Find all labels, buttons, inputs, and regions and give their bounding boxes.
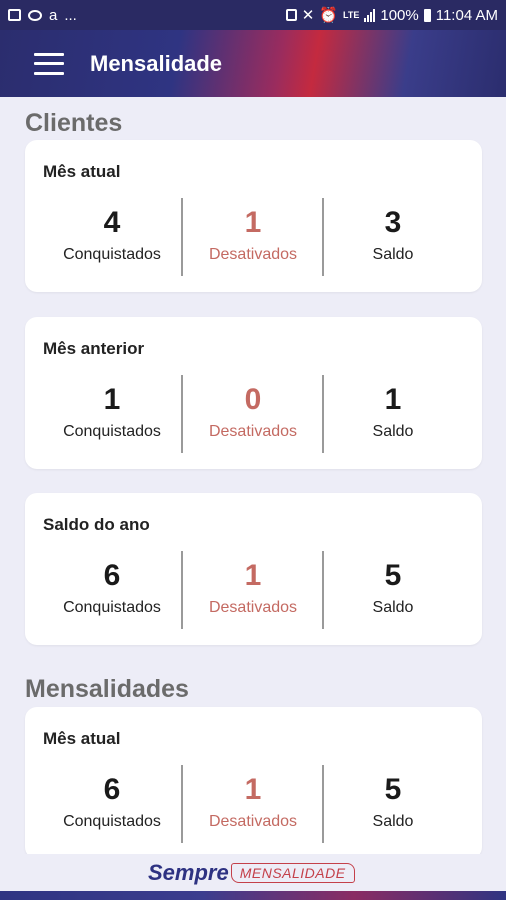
stat-value: 4 — [103, 206, 121, 239]
status-bar-system: ✕ ⏰ LTE 100% 11:04 AM — [285, 6, 498, 24]
lock-icon — [285, 9, 297, 21]
stat-value: 1 — [244, 559, 262, 592]
battery-percent: 100% — [380, 6, 419, 24]
stat-desativados: 1 Desativados — [183, 559, 323, 617]
summary-card: Mês atual 6 Conquistados 1 Desativados 5… — [25, 707, 482, 859]
clock: 11:04 AM — [435, 6, 498, 24]
stat-conquistados: 6 Conquistados — [42, 559, 182, 617]
battery-icon — [423, 8, 431, 22]
image-icon — [8, 9, 21, 21]
stat-saldo: 5 Saldo — [323, 773, 463, 831]
mute-icon: ✕ — [301, 7, 315, 24]
stat-conquistados: 1 Conquistados — [42, 383, 182, 441]
stat-saldo: 1 Saldo — [323, 383, 463, 441]
app-bar: Mensalidade — [0, 30, 506, 97]
logo-mensalidade: MENSALIDADE — [230, 863, 355, 883]
stat-value: 0 — [244, 383, 262, 416]
stat-label: Saldo — [372, 246, 414, 263]
status-bar: a ... ✕ ⏰ LTE 100% 11:04 AM — [0, 0, 506, 30]
stat-label: Saldo — [372, 599, 414, 616]
brand-logo: Sempre MENSALIDADE — [148, 860, 355, 886]
signal-icon — [364, 8, 376, 22]
stat-value: 1 — [384, 383, 402, 416]
stat-label: Conquistados — [63, 599, 161, 616]
page-title: Mensalidade — [90, 50, 223, 76]
section-title-mensalidades: Mensalidades — [25, 675, 189, 703]
stat-value: 5 — [384, 773, 402, 806]
stat-label: Conquistados — [63, 813, 161, 830]
stat-desativados: 0 Desativados — [183, 383, 323, 441]
stat-label: Saldo — [372, 423, 414, 440]
stat-desativados: 1 Desativados — [183, 206, 323, 264]
stat-label: Desativados — [208, 599, 298, 616]
stat-value: 1 — [103, 383, 121, 416]
stat-value: 6 — [103, 559, 121, 592]
section-title-clientes: Clientes — [25, 109, 123, 137]
stat-label: Desativados — [208, 813, 298, 830]
footer: Sempre MENSALIDADE — [0, 854, 506, 900]
status-bar-notifications: a ... — [8, 7, 77, 24]
message-icon — [28, 9, 42, 21]
stat-value: 5 — [384, 559, 402, 592]
stat-desativados: 1 Desativados — [183, 773, 323, 831]
stat-value: 3 — [384, 206, 402, 239]
stat-value: 6 — [103, 773, 121, 806]
menu-icon[interactable] — [34, 52, 64, 75]
amazon-icon: a — [49, 6, 58, 24]
card-title: Mês atual — [43, 162, 121, 181]
stat-conquistados: 4 Conquistados — [42, 206, 182, 264]
stat-label: Desativados — [208, 423, 298, 440]
summary-card: Mês anterior 1 Conquistados 0 Desativado… — [25, 317, 482, 469]
stat-saldo: 5 Saldo — [323, 559, 463, 617]
summary-card: Mês atual 4 Conquistados 1 Desativados 3… — [25, 140, 482, 292]
more-notifications: ... — [64, 6, 77, 24]
stat-label: Desativados — [208, 246, 298, 263]
stat-label: Saldo — [372, 813, 414, 830]
card-title: Mês anterior — [43, 339, 145, 358]
alarm-icon: ⏰ — [319, 7, 339, 24]
summary-card: Saldo do ano 6 Conquistados 1 Desativado… — [25, 493, 482, 645]
stat-label: Conquistados — [63, 246, 161, 263]
network-type: LTE — [343, 9, 360, 20]
card-title: Mês atual — [43, 729, 121, 748]
stat-value: 1 — [244, 206, 262, 239]
footer-strip — [0, 891, 506, 900]
stat-value: 1 — [244, 773, 262, 806]
stat-conquistados: 6 Conquistados — [42, 773, 182, 831]
stat-saldo: 3 Saldo — [323, 206, 463, 264]
logo-sempre: Sempre — [148, 860, 229, 885]
card-title: Saldo do ano — [43, 515, 150, 534]
stat-label: Conquistados — [63, 423, 161, 440]
